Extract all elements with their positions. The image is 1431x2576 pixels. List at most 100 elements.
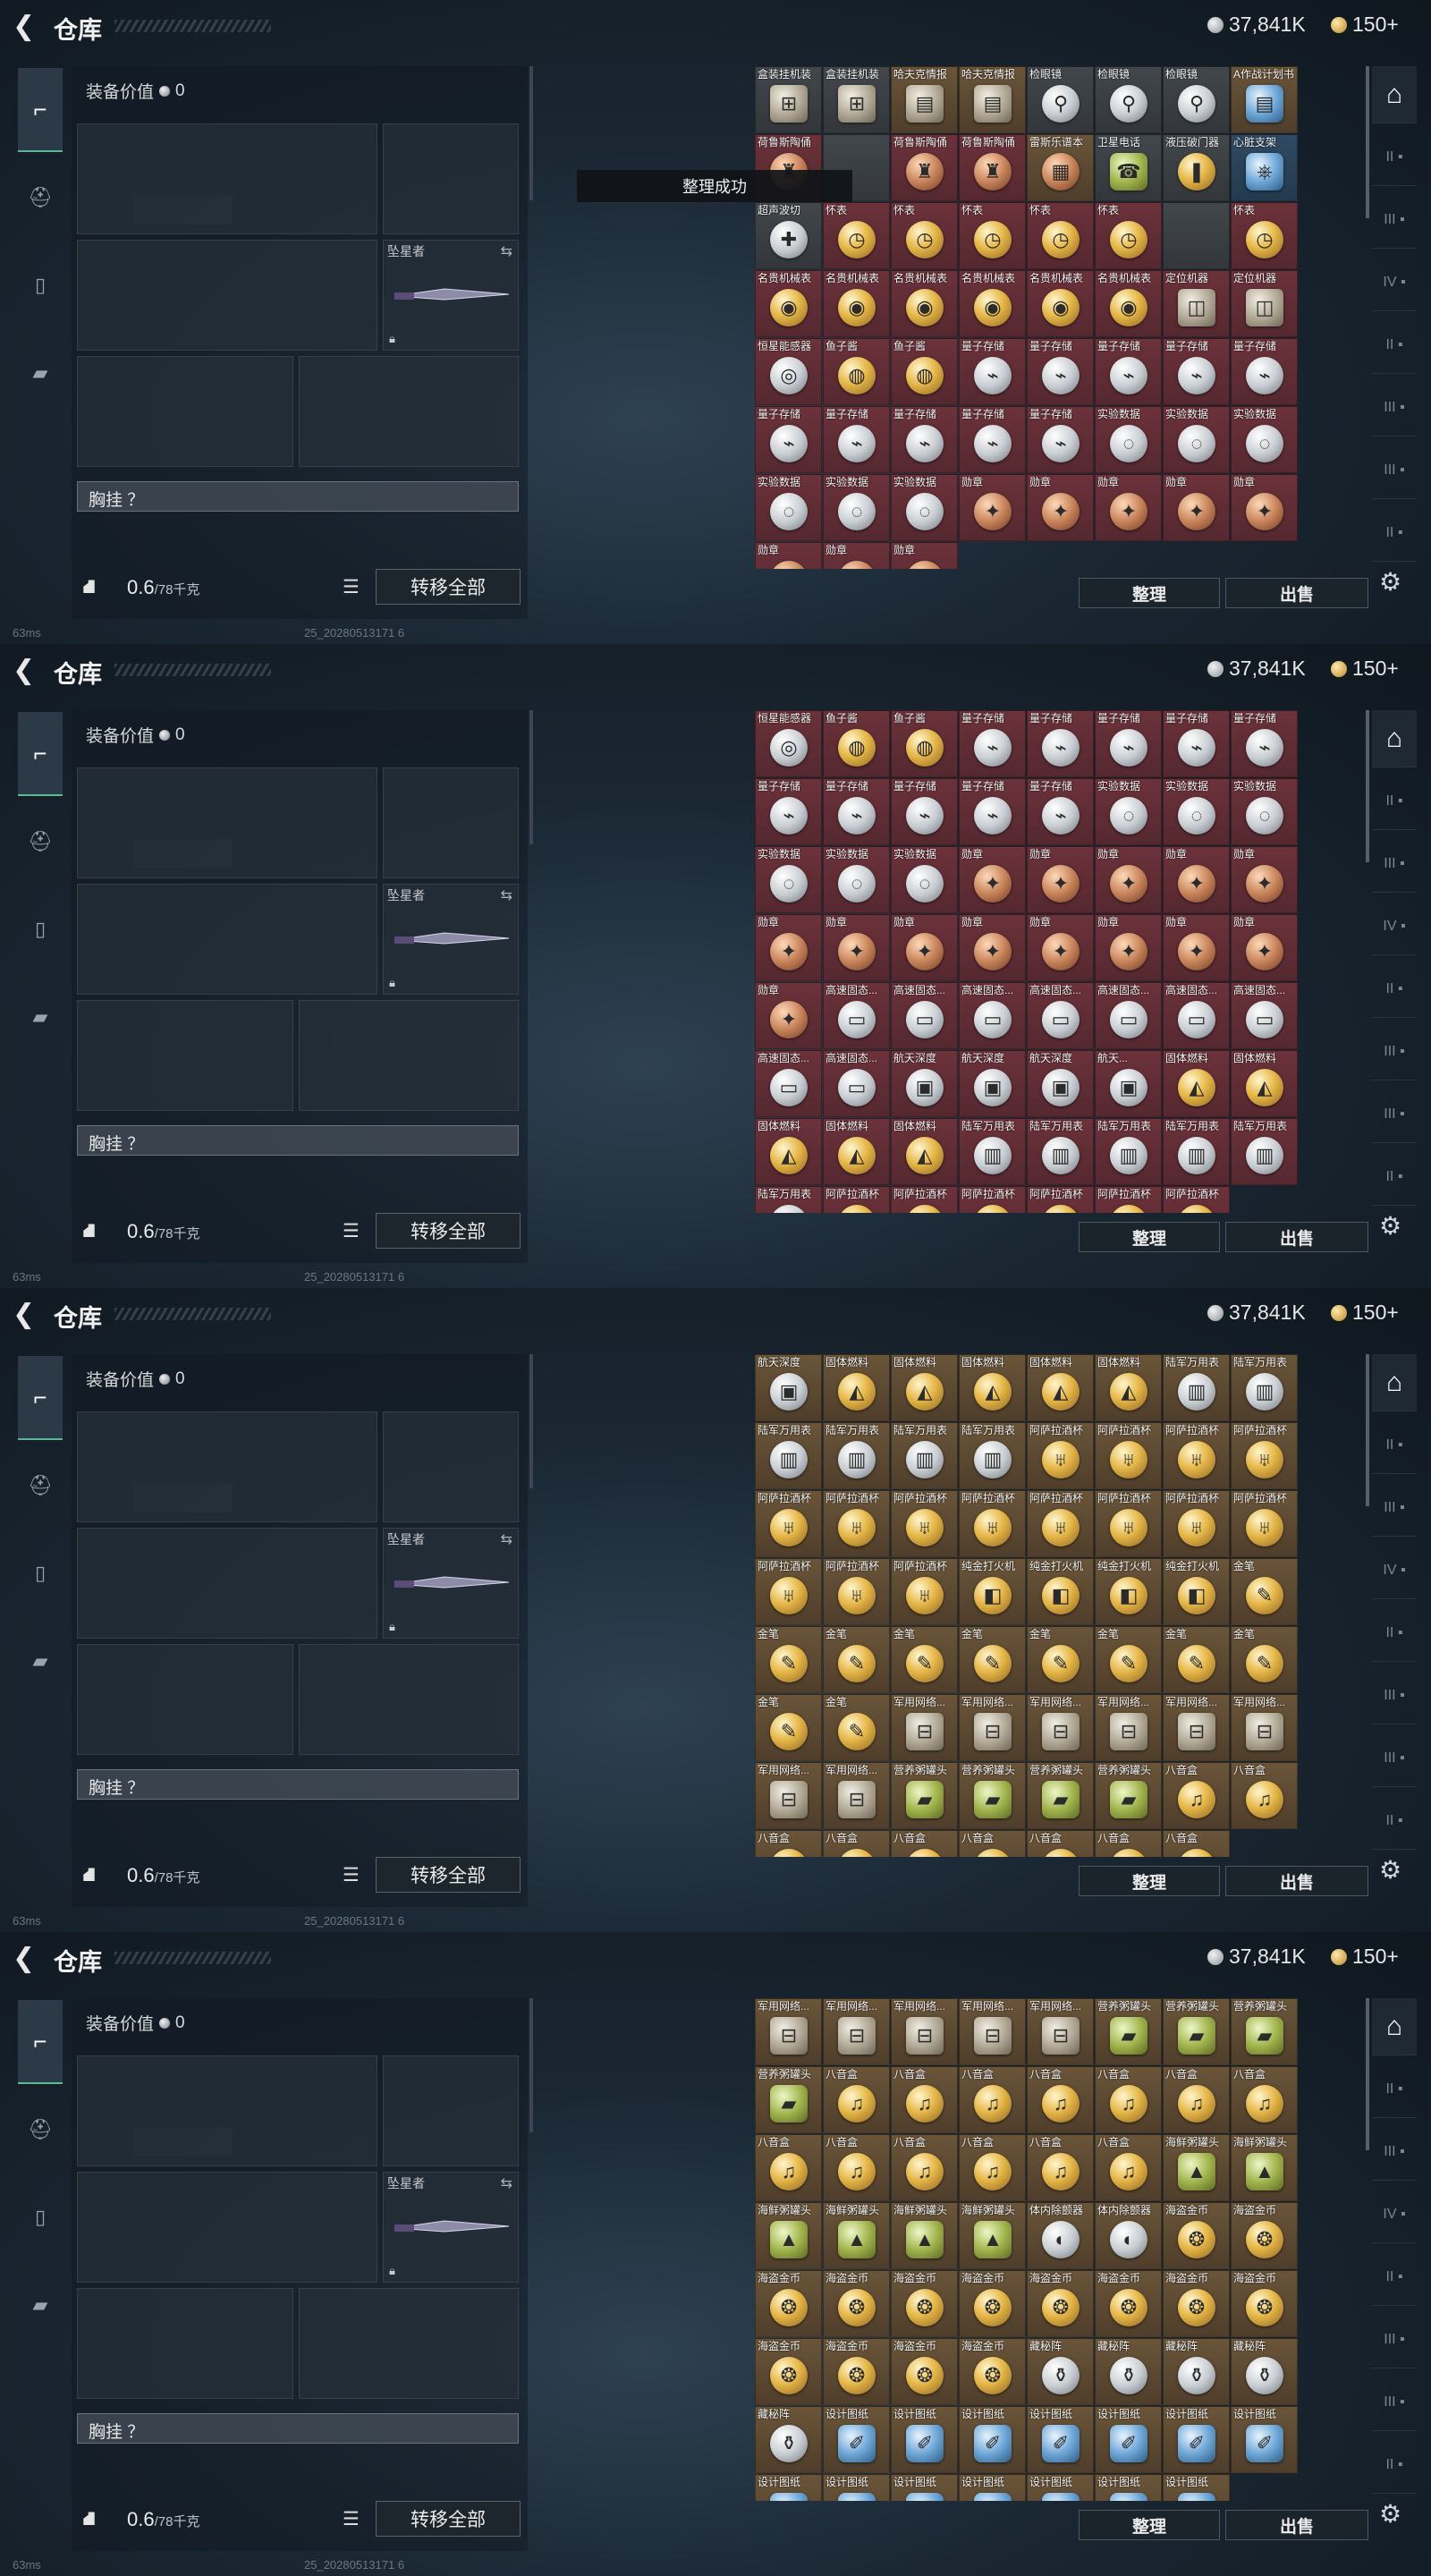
sidearm-slot[interactable] <box>383 767 519 878</box>
stash-item[interactable]: 鱼子酱 ◍ <box>823 710 890 777</box>
stash-item[interactable]: 营养粥罐头 ▰ <box>755 2066 822 2133</box>
list-icon[interactable]: ☰ <box>343 1864 360 1886</box>
settings-gear-icon[interactable]: ⚙ <box>1379 1211 1401 1241</box>
stash-item[interactable]: 军用网络... ⊟ <box>823 1762 890 1829</box>
secondary-weapon-slot[interactable] <box>77 884 377 995</box>
stash-item[interactable]: 海鲜粥罐头 ▲ <box>755 2202 822 2269</box>
stash-item[interactable]: 阿萨拉酒杯 ♅ <box>959 1490 1026 1557</box>
stash-page-8[interactable]: II ▪ <box>1372 504 1417 562</box>
stash-item[interactable]: 设计图纸 ✐ <box>891 2474 958 2501</box>
stash-item[interactable]: 阿萨拉酒杯 ♅ <box>1231 1422 1298 1489</box>
stash-item[interactable]: 量子存储 ⌁ <box>959 710 1026 777</box>
stash-item[interactable]: 八音盒 ♫ <box>1027 2066 1094 2133</box>
stash-item[interactable]: 军用网络... ⊟ <box>823 1998 890 2065</box>
tab-weapons[interactable]: ⌐ <box>18 2000 63 2084</box>
stash-item[interactable]: 体内除颤器 ◐ <box>1027 2202 1094 2269</box>
swap-icon[interactable]: ⇆ <box>501 886 512 904</box>
tab-weapons[interactable]: ⌐ <box>18 68 63 152</box>
stash-item[interactable]: 盒装挂机装 ⊞ <box>755 66 822 133</box>
stash-item[interactable]: 量子存储 ⌁ <box>1163 338 1230 405</box>
gold-balance[interactable]: 150+ <box>1331 1945 1399 1969</box>
stash-page-7[interactable]: III ▪ <box>1372 1730 1417 1787</box>
primary-weapon-slot[interactable] <box>77 123 377 234</box>
stash-item[interactable]: 军用网络... ⊟ <box>959 1694 1026 1761</box>
stash-item[interactable]: 军用网络... ⊟ <box>755 1762 822 1829</box>
stash-scrollbar[interactable] <box>1366 1354 1369 1506</box>
stash-page-5[interactable]: II ▪ <box>1372 961 1417 1018</box>
stash-item[interactable]: 名贵机械表 ◉ <box>891 270 958 337</box>
stash-item[interactable]: 纯金打火机 ◧ <box>959 1558 1026 1625</box>
stash-item[interactable]: 勋章 ✦ <box>755 542 822 569</box>
stash-item[interactable]: 海盗金币 ❂ <box>1095 2270 1162 2337</box>
stash-page-8[interactable]: II ▪ <box>1372 2436 1417 2494</box>
stash-item[interactable]: 检眼镜 ⚲ <box>1163 66 1230 133</box>
stash-item[interactable]: 陆军万用表 ▥ <box>1163 1354 1230 1421</box>
stash-item[interactable]: 量子存储 ⌁ <box>891 406 958 473</box>
stash-item[interactable]: 海盗金币 ❂ <box>755 2270 822 2337</box>
stash-item[interactable]: 海盗金币 ❂ <box>1163 2202 1230 2269</box>
primary-weapon-slot[interactable] <box>77 1411 377 1522</box>
tab-backpack[interactable]: ▯ <box>18 1531 63 1615</box>
stash-item[interactable]: 雷斯乐谱本 ▦ <box>1027 134 1094 201</box>
tab-backpack[interactable]: ▯ <box>18 887 63 971</box>
stash-item[interactable]: 陆军万用表 ▥ <box>823 1422 890 1489</box>
tab-armor[interactable]: ⛑ <box>18 2088 63 2172</box>
stash-item[interactable]: 军用网络... ⊟ <box>1027 1998 1094 2065</box>
stash-item[interactable]: 海盗金币 ❂ <box>1163 2270 1230 2337</box>
stash-item[interactable]: 名贵机械表 ◉ <box>823 270 890 337</box>
stash-page-8[interactable]: II ▪ <box>1372 1792 1417 1850</box>
sell-button[interactable]: 出售 <box>1225 1866 1368 1896</box>
stash-item[interactable]: 固体燃料 ◭ <box>959 1354 1026 1421</box>
stash-item[interactable]: 体内除颤器 ◐ <box>1095 2202 1162 2269</box>
stash-item[interactable]: 高速固态... ▭ <box>755 1050 822 1117</box>
stash-page-6[interactable]: III ▪ <box>1372 2311 1417 2368</box>
stash-item[interactable]: 阿萨拉酒杯 ♅ <box>1027 1490 1094 1557</box>
tab-backpack[interactable]: ▯ <box>18 243 63 327</box>
stash-item[interactable]: 量子存储 ⌁ <box>891 778 958 845</box>
stash-item[interactable]: 营养粥罐头 ▰ <box>1231 1998 1298 2065</box>
stash-item[interactable]: 藏秘阵 ⚱ <box>1027 2338 1094 2405</box>
stash-item[interactable]: 军用网络... ⊟ <box>959 1998 1026 2065</box>
stash-item[interactable]: 海鲜粥罐头 ▲ <box>1231 2134 1298 2201</box>
stash-item[interactable]: 营养粥罐头 ▰ <box>1095 1998 1162 2065</box>
stash-page-3[interactable]: III ▪ <box>1372 835 1417 893</box>
stash-item[interactable]: 航天深度 ▣ <box>1027 1050 1094 1117</box>
stash-item[interactable]: 鱼子酱 ◍ <box>823 338 890 405</box>
stash-item[interactable]: 量子存储 ⌁ <box>1027 338 1094 405</box>
stash-item[interactable]: 军用网络... ⊟ <box>891 1694 958 1761</box>
stash-item[interactable]: 陆军万用表 ▥ <box>959 1422 1026 1489</box>
stash-item[interactable]: 高速固态... ▭ <box>959 982 1026 1049</box>
stash-item[interactable]: 军用网络... ⊟ <box>1231 1694 1298 1761</box>
stash-item[interactable]: 名贵机械表 ◉ <box>755 270 822 337</box>
stash-item[interactable]: 航天深度 ▣ <box>959 1050 1026 1117</box>
chest-rig-slot[interactable]: 胸挂 ？ <box>77 481 519 512</box>
stash-item[interactable]: 实验数据 ◌ <box>755 846 822 913</box>
stash-item[interactable]: 八音盒 ♫ <box>755 2134 822 2201</box>
stash-item[interactable]: 勋章 ✦ <box>959 914 1026 981</box>
stash-item[interactable]: 设计图纸 ✐ <box>1095 2474 1162 2501</box>
settings-gear-icon[interactable]: ⚙ <box>1379 2499 1401 2529</box>
stash-item[interactable]: 固体燃料 ◭ <box>823 1354 890 1421</box>
swap-icon[interactable]: ⇆ <box>501 242 512 260</box>
stash-item[interactable]: 军用网络... ⊟ <box>891 1998 958 2065</box>
stash-item[interactable]: 勋章 ✦ <box>1027 846 1094 913</box>
stash-item[interactable]: 固体燃料 ◭ <box>1163 1050 1230 1117</box>
stash-item[interactable]: 营养粥罐头 ▰ <box>1027 1762 1094 1829</box>
melee-slot[interactable]: 坠星者 ⇆ 🔒︎ <box>383 240 519 351</box>
stash-item[interactable]: 八音盒 ♫ <box>823 1830 890 1857</box>
stash-page-2[interactable]: II ▪ <box>1372 2061 1417 2118</box>
tab-weapons[interactable]: ⌐ <box>18 1356 63 1440</box>
stash-item[interactable]: 勋章 ✦ <box>1027 914 1094 981</box>
gold-balance[interactable]: 150+ <box>1331 1301 1399 1325</box>
stash-page-3[interactable]: III ▪ <box>1372 1479 1417 1537</box>
stash-item[interactable]: 设计图纸 ✐ <box>823 2474 890 2501</box>
sort-button[interactable]: 整理 <box>1079 578 1220 608</box>
settings-gear-icon[interactable]: ⚙ <box>1379 567 1401 597</box>
stash-item[interactable]: 金笔 ✎ <box>1027 1626 1094 1693</box>
stash-page-2[interactable]: II ▪ <box>1372 773 1417 830</box>
stash-item[interactable]: 陆军万用表 ▥ <box>1231 1118 1298 1185</box>
stash-item[interactable]: 实验数据 ◌ <box>823 846 890 913</box>
sidearm-slot[interactable] <box>383 1411 519 1522</box>
stash-item[interactable]: 勋章 ✦ <box>1163 914 1230 981</box>
stash-item[interactable]: 高速固态... ▭ <box>823 982 890 1049</box>
